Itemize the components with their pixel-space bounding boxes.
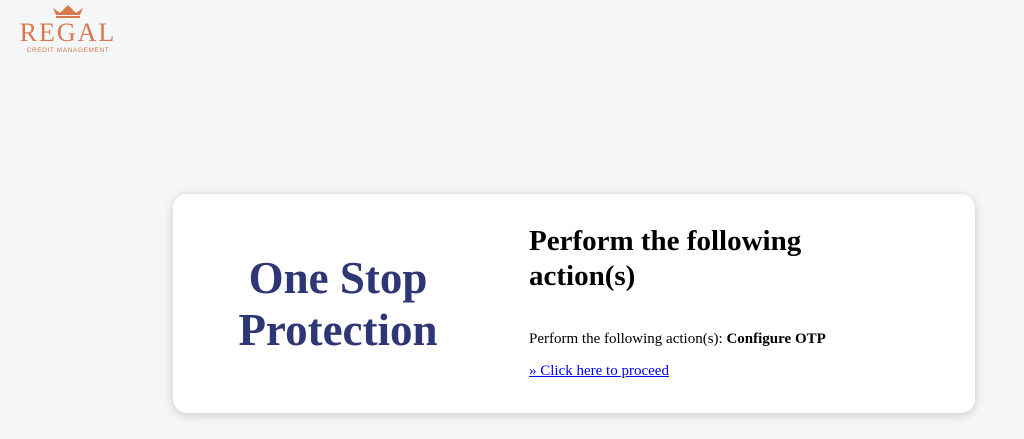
action-prefix: Perform the following action(s): [529,331,727,347]
logo-tagline: CREDIT MANAGEMENT [26,47,110,54]
hero-title: One Stop Protection [238,252,438,355]
action-description: Perform the following action(s): Configu… [529,330,949,348]
regal-logo: REGAL CREDIT MANAGEMENT [16,4,120,55]
page: REGAL CREDIT MANAGEMENT One Stop Protect… [0,0,1024,439]
hero-column: One Stop Protection [173,194,503,413]
action-card: One Stop Protection Perform the followin… [173,194,975,413]
crown-icon [53,5,83,18]
action-column: Perform the following action(s) Perform … [529,224,949,380]
logo-brand: REGAL [19,18,117,47]
proceed-link[interactable]: » Click here to proceed [529,362,669,380]
action-heading: Perform the following action(s) [529,225,802,292]
action-value: Configure OTP [726,331,826,347]
